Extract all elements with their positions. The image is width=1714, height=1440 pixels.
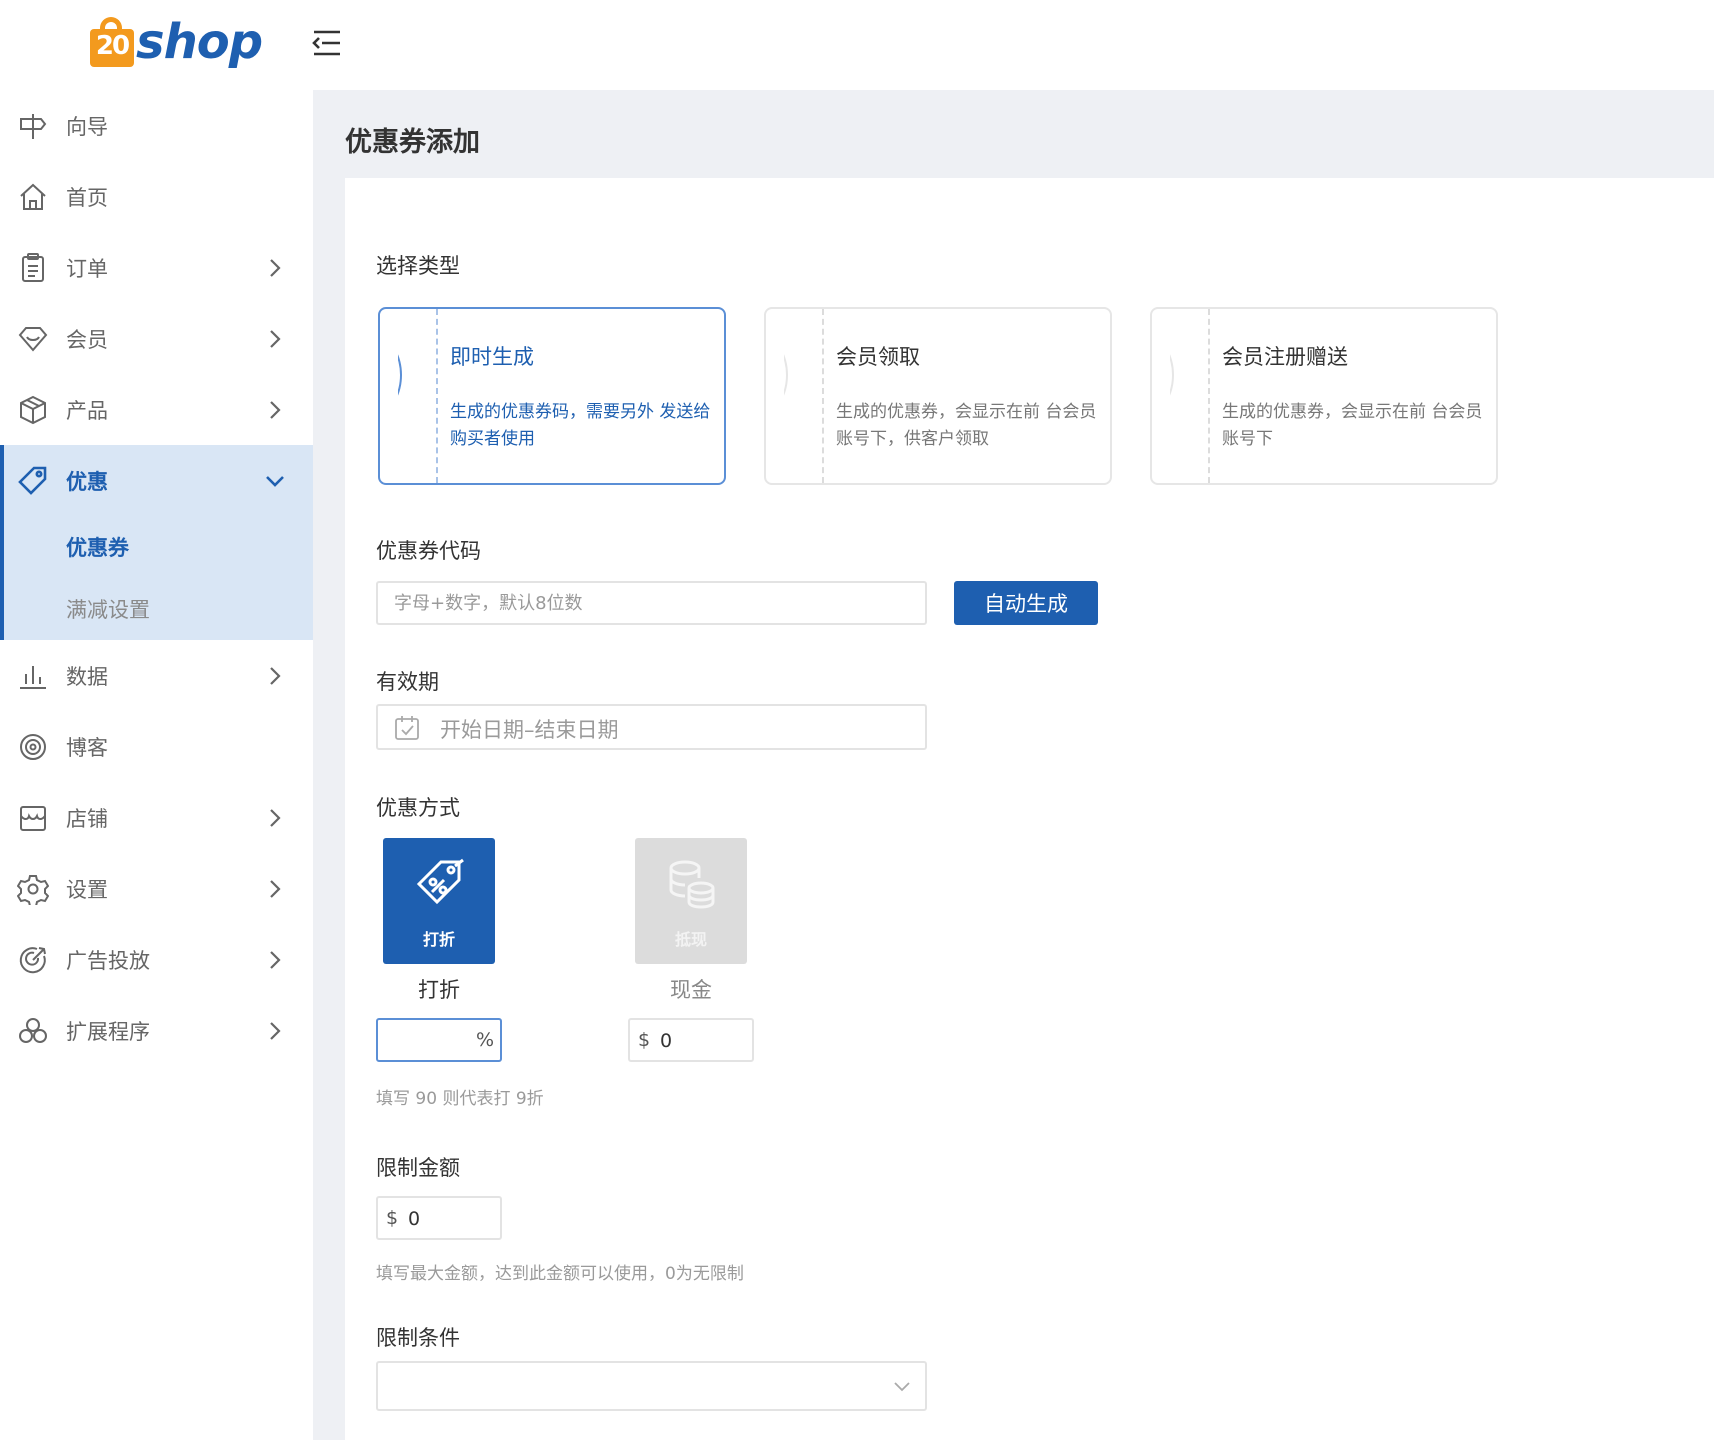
percent-suffix: % [475, 1029, 494, 1051]
logo-number: 20 [95, 31, 130, 61]
blog-icon [17, 731, 49, 763]
coupon-code-input[interactable] [376, 581, 927, 625]
dollar-prefix: $ [386, 1207, 399, 1229]
sidebar-item-label: 会员 [66, 327, 108, 352]
sidebar-item-label: 店铺 [66, 806, 108, 831]
chevron-right-icon [264, 878, 286, 900]
order-icon [17, 252, 49, 284]
sidebar-item-label: 广告投放 [66, 948, 150, 973]
sidebar-item-guide[interactable]: 向导 [0, 90, 313, 161]
type-card-desc: 生成的优惠券，会显示在前 台会员账号下 [1222, 402, 1483, 449]
method-tile-text: 抵现 [674, 930, 707, 949]
method-discount-tile[interactable]: 打折 [383, 838, 495, 964]
chevron-right-icon [264, 328, 286, 350]
shopping-bag-icon: 20 [90, 17, 134, 67]
sidebar-item-blog[interactable]: 博客 [0, 711, 313, 782]
brand-logo[interactable]: 20 shop [90, 10, 263, 74]
discount-hint: 填写 90 则代表打 9折 [376, 1089, 544, 1109]
sidebar-item-data[interactable]: 数据 [0, 640, 313, 711]
sidebar-item-settings[interactable]: 设置 [0, 853, 313, 924]
type-card-title: 会员注册赠送 [1222, 345, 1348, 369]
coupon-form: 选择类型 即时生成 生成的优惠券码，需要另外 发送给购买者使用 会员领取 生成的… [345, 178, 1714, 1440]
chevron-right-icon [264, 399, 286, 421]
cash-amount-field[interactable]: $ [628, 1018, 754, 1062]
target-icon [17, 944, 49, 976]
limit-amount-field[interactable]: $ [376, 1196, 502, 1240]
sidebar-item-label: 扩展程序 [66, 1019, 150, 1044]
discount-percent-field[interactable]: % [376, 1018, 502, 1062]
chevron-down-icon [264, 470, 286, 492]
sidebar-item-label: 向导 [66, 114, 108, 139]
method-label: 优惠方式 [376, 796, 460, 820]
type-card-title: 即时生成 [450, 345, 534, 369]
auto-generate-button[interactable]: 自动生成 [954, 581, 1098, 625]
calendar-icon [394, 715, 420, 741]
sidebar-item-home[interactable]: 首页 [0, 161, 313, 232]
page-title: 优惠券添加 [345, 127, 480, 158]
home-icon [17, 181, 49, 213]
chart-icon [17, 660, 49, 692]
extension-icon [17, 1015, 49, 1047]
date-range-picker[interactable]: 开始日期–结束日期 [376, 704, 927, 750]
discount-tag-icon [409, 854, 469, 914]
sidebar-item-promotions[interactable]: 优惠 [4, 445, 313, 516]
sidebar-subitem-discount-settings[interactable]: 满减设置 [4, 578, 313, 640]
sidebar: 向导 首页 订单 会员 产品 优惠 优惠券 满减设置 数据 博客 店铺 设置 广… [0, 90, 313, 1440]
dollar-prefix: $ [638, 1029, 651, 1051]
sidebar-item-extensions[interactable]: 扩展程序 [0, 995, 313, 1066]
menu-collapse-icon[interactable] [310, 26, 344, 60]
sidebar-item-label: 订单 [66, 256, 108, 281]
sidebar-item-label: 博客 [66, 735, 108, 760]
sidebar-item-store[interactable]: 店铺 [0, 782, 313, 853]
method-cash-tile[interactable]: 抵现 [635, 838, 747, 964]
type-card-instant[interactable]: 即时生成 生成的优惠券码，需要另外 发送给购买者使用 [378, 307, 726, 485]
gear-icon [16, 873, 50, 907]
tag-icon [17, 465, 49, 497]
member-icon [17, 323, 49, 355]
sidebar-item-label: 产品 [66, 398, 108, 423]
signpost-icon [17, 110, 49, 142]
sidebar-item-label: 优惠 [66, 469, 108, 494]
method-tile-text: 打折 [422, 930, 455, 949]
discount-percent-input[interactable] [386, 1020, 470, 1062]
sidebar-item-label: 首页 [66, 185, 108, 210]
type-card-member-claim[interactable]: 会员领取 生成的优惠券，会显示在前 台会员账号下，供客户领取 [764, 307, 1112, 485]
method-cash-name: 现金 [670, 978, 712, 1002]
sidebar-item-advertising[interactable]: 广告投放 [0, 924, 313, 995]
sidebar-group-promotions: 优惠 优惠券 满减设置 [0, 445, 313, 640]
type-card-title: 会员领取 [836, 345, 920, 369]
chevron-right-icon [264, 807, 286, 829]
sidebar-item-label: 数据 [66, 664, 108, 689]
box-icon [17, 394, 49, 426]
limit-amount-input[interactable] [406, 1198, 500, 1240]
chevron-right-icon [264, 1020, 286, 1042]
type-card-register-gift[interactable]: 会员注册赠送 生成的优惠券，会显示在前 台会员账号下 [1150, 307, 1498, 485]
code-label: 优惠券代码 [376, 539, 481, 563]
limit-amount-hint: 填写最大金额，达到此金额可以使用，0为无限制 [376, 1264, 744, 1284]
store-icon [17, 802, 49, 834]
logo-text: shop [136, 14, 263, 70]
chevron-right-icon [264, 257, 286, 279]
sidebar-item-orders[interactable]: 订单 [0, 232, 313, 303]
coins-icon [661, 854, 721, 914]
sidebar-item-products[interactable]: 产品 [0, 374, 313, 445]
type-label: 选择类型 [376, 254, 460, 278]
limit-condition-select[interactable] [376, 1361, 927, 1411]
sidebar-subitem-coupons[interactable]: 优惠券 [4, 516, 313, 578]
sidebar-item-label: 设置 [66, 877, 108, 902]
type-card-desc: 生成的优惠券，会显示在前 台会员账号下，供客户领取 [836, 402, 1097, 449]
date-range-placeholder: 开始日期–结束日期 [440, 718, 619, 742]
method-discount-name: 打折 [418, 978, 460, 1002]
cash-amount-input[interactable] [658, 1020, 752, 1062]
top-header: 20 shop [0, 0, 1714, 90]
limit-amount-label: 限制金额 [376, 1156, 460, 1180]
chevron-right-icon [264, 949, 286, 971]
chevron-right-icon [264, 665, 286, 687]
chevron-down-icon [891, 1375, 913, 1397]
validity-label: 有效期 [376, 670, 439, 694]
limit-condition-label: 限制条件 [376, 1326, 460, 1350]
sidebar-item-members[interactable]: 会员 [0, 303, 313, 374]
type-card-desc: 生成的优惠券码，需要另外 发送给购买者使用 [450, 402, 711, 449]
